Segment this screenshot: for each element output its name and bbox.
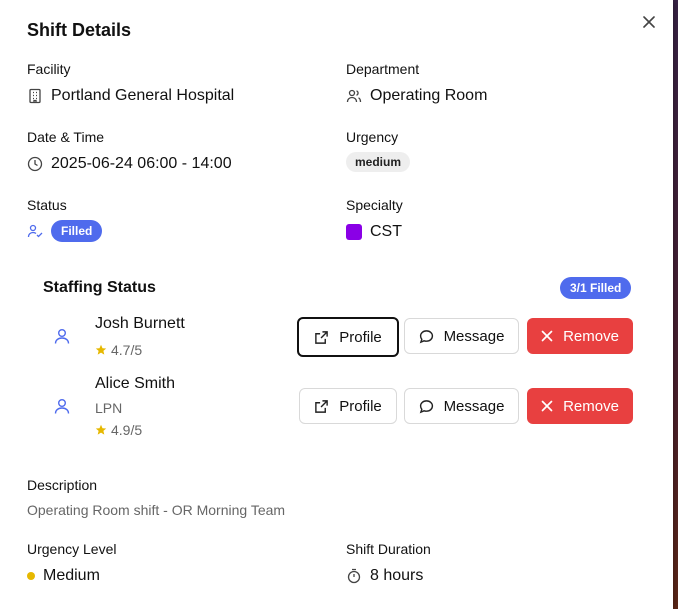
remove-button[interactable]: Remove [527, 388, 633, 424]
x-icon [541, 330, 553, 342]
remove-button[interactable]: Remove [527, 318, 633, 354]
message-button[interactable]: Message [404, 388, 519, 424]
staff-name: Josh Burnett [95, 315, 185, 332]
x-icon [541, 400, 553, 412]
staff-rating-value: 4.9/5 [111, 422, 143, 438]
dialog-title: Shift Details [27, 20, 132, 40]
staff-rating: 4.9/5 [95, 422, 142, 438]
remove-button-label: Remove [563, 397, 619, 415]
staffing-count-badge: 3/1 Filled [560, 277, 632, 299]
user-check-icon [27, 223, 43, 239]
shift-duration-value: 8 hours [370, 567, 424, 584]
users-icon [346, 88, 362, 104]
description-text: Operating Room shift - OR Morning Team [27, 502, 286, 518]
status-badge: Filled [51, 220, 103, 242]
staffing-title: Staffing Status [43, 279, 156, 296]
specialty-color-swatch [346, 224, 362, 240]
shift-duration-field: 8 hours [346, 567, 423, 585]
star-icon [95, 344, 107, 355]
urgency-label: Urgency [346, 129, 399, 145]
external-link-icon [315, 330, 329, 344]
urgency-dot-icon [27, 572, 35, 580]
datetime-label: Date & Time [27, 129, 105, 145]
staff-role: LPN [95, 400, 123, 416]
status-label: Status [27, 197, 67, 213]
staff-row: Josh Burnett 4.7/5 Profile Message Remov… [43, 312, 633, 362]
urgency-level-field: Medium [27, 567, 100, 585]
profile-button[interactable]: Profile [297, 317, 399, 357]
department-field: Operating Room [346, 87, 487, 105]
user-icon [53, 327, 71, 350]
message-icon [419, 399, 433, 413]
message-button[interactable]: Message [404, 318, 519, 354]
close-button[interactable] [640, 13, 658, 31]
urgency-field: medium [346, 152, 411, 172]
facility-field: Portland General Hospital [27, 87, 234, 105]
remove-button-label: Remove [563, 327, 619, 345]
datetime-value: 2025-06-24 06:00 - 14:00 [51, 155, 232, 172]
staff-name: Alice Smith [95, 375, 176, 392]
urgency-level-value: Medium [43, 567, 100, 584]
clock-icon [27, 156, 43, 172]
profile-button-label: Profile [339, 397, 382, 415]
department-label: Department [346, 61, 420, 77]
datetime-field: 2025-06-24 06:00 - 14:00 [27, 155, 232, 173]
message-icon [419, 329, 433, 343]
specialty-label: Specialty [346, 197, 403, 213]
status-field: Filled [27, 220, 103, 242]
facility-value: Portland General Hospital [51, 87, 235, 104]
user-icon [53, 397, 71, 420]
shift-details-dialog: Shift Details Facility Portland General … [0, 0, 673, 609]
specialty-value: CST [370, 223, 402, 240]
urgency-badge: medium [346, 152, 411, 172]
building-icon [27, 88, 43, 104]
close-icon [643, 16, 655, 28]
message-button-label: Message [443, 327, 505, 345]
staff-rating: 4.7/5 [95, 342, 142, 358]
star-icon [95, 424, 107, 435]
staff-row: Alice Smith LPN 4.9/5 Profile Message Re… [43, 372, 633, 440]
profile-button[interactable]: Profile [299, 388, 397, 424]
timer-icon [346, 568, 362, 584]
description-label: Description [27, 477, 98, 493]
department-value: Operating Room [370, 87, 488, 104]
facility-label: Facility [27, 61, 71, 77]
message-button-label: Message [443, 397, 505, 415]
profile-button-label: Profile [339, 328, 382, 346]
staff-rating-value: 4.7/5 [111, 342, 143, 358]
specialty-field: CST [346, 223, 402, 241]
urgency-level-label: Urgency Level [27, 541, 117, 557]
shift-duration-label: Shift Duration [346, 541, 431, 557]
external-link-icon [315, 399, 329, 413]
